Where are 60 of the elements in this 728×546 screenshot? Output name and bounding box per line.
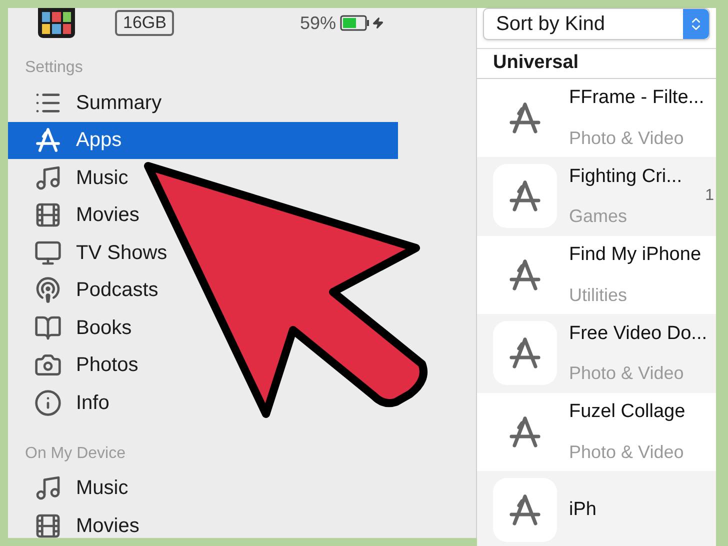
app-category: Photo & Video [569, 362, 685, 385]
sidebar-item[interactable]: Movies [8, 507, 142, 544]
section-heading: Settings [24, 58, 84, 78]
book-icon [34, 314, 62, 342]
sidebar-item[interactable]: Apps [8, 122, 398, 159]
app-row[interactable]: Fighting Cri... Games 1 [477, 157, 716, 236]
film-icon [34, 512, 62, 540]
app-store-icon [507, 178, 543, 214]
music-note-icon [34, 474, 62, 502]
app-store-icon [34, 126, 62, 154]
sort-dropdown[interactable]: Sort by Kind [483, 8, 710, 40]
sidebar-item-label: Books [76, 316, 132, 341]
info-icon [34, 388, 62, 417]
sidebar-item[interactable]: Info [8, 384, 112, 422]
battery-percent: 59% [300, 12, 336, 34]
sidebar-item[interactable]: TV Shows [8, 234, 170, 272]
app-count: 1 [705, 186, 715, 206]
sidebar-item-label: Info [76, 390, 110, 416]
sidebar-item-label: Podcasts [76, 278, 158, 304]
sidebar-item-label: Apps [76, 128, 122, 154]
phone-drawing [38, 8, 75, 38]
charging-icon [372, 17, 384, 29]
app-name: Free Video Do... [569, 322, 708, 346]
capacity-label: 16GB [115, 10, 174, 36]
sidebar-item-label: Movies [76, 203, 140, 228]
sidebar-item[interactable]: Music [8, 470, 130, 507]
app-store-icon [507, 335, 543, 372]
app-store-icon [507, 100, 543, 136]
podcast-icon [34, 276, 62, 304]
app-category: Photo & Video [569, 126, 685, 150]
sidebar-item[interactable]: Podcasts [8, 272, 160, 309]
sidebar-item[interactable]: Summary [8, 84, 164, 122]
app-name: FFrame - Filte... [569, 86, 706, 110]
sidebar-item-label: Music [76, 476, 128, 502]
app-category: Utilities [569, 284, 628, 306]
app-name: Fighting Cri... [569, 164, 683, 188]
app-name: Find My iPhone [569, 243, 702, 267]
sidebar-item-label: Summary [76, 90, 162, 116]
sidebar-item-label: Music [76, 166, 128, 191]
app-category: Photo & Video [569, 440, 685, 464]
sidebar-item[interactable]: Music [8, 159, 130, 196]
sidebar-item-label: Movies [76, 514, 140, 539]
battery-icon [340, 15, 370, 31]
app-store-icon [507, 414, 543, 450]
app-store-icon [507, 256, 543, 293]
app-row[interactable]: iPh [477, 471, 716, 546]
monitor-icon [34, 238, 62, 267]
film-icon [34, 201, 62, 230]
sidebar-item-label: Photos [76, 353, 138, 378]
app-name: Fuzel Collage [569, 400, 686, 424]
sidebar-item-label: TV Shows [76, 240, 168, 266]
app-row[interactable]: Free Video Do... Photo & Video [477, 314, 716, 392]
sidebar-item[interactable]: Photos [8, 346, 140, 384]
sidebar-item[interactable]: Movies [8, 196, 142, 234]
app-store-icon [507, 492, 543, 528]
music-note-icon [34, 164, 62, 192]
app-name: iPh [569, 498, 598, 522]
sidebar-item[interactable]: Books [8, 309, 134, 346]
app-category: Games [569, 205, 628, 228]
section-heading: On My Device [24, 444, 126, 464]
